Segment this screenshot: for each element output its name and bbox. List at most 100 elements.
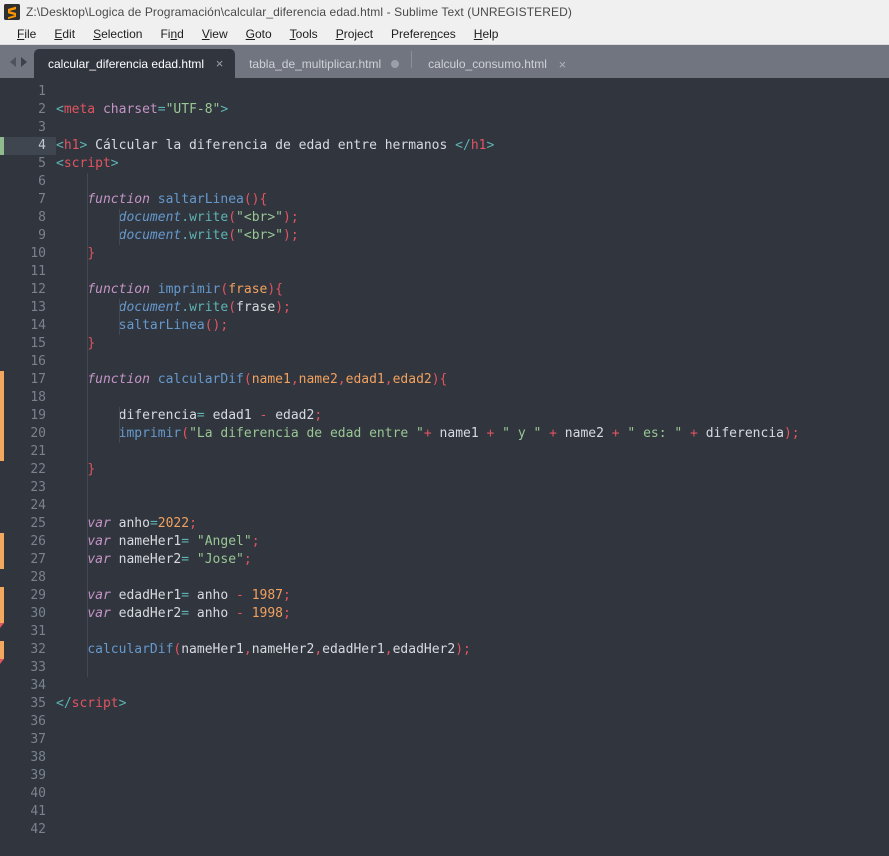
menu-item-help[interactable]: Help [465,27,508,41]
change-marker-added [0,137,4,155]
code-line[interactable] [56,785,889,803]
menu-item-find[interactable]: Find [151,27,192,41]
code-line[interactable] [56,731,889,749]
token-tag: h1 [63,138,80,153]
menu-mnemonic: n [430,27,438,41]
token-punct: = [181,588,190,603]
token-param: name1 [251,372,291,387]
token-kw: var [87,588,111,603]
tab-scroll-left-icon[interactable] [10,56,16,67]
line-number: 42 [30,822,46,837]
code-line[interactable] [56,659,889,677]
tab-3[interactable]: calculo_consumo.html × [414,50,578,78]
token-bracket: , [337,372,346,387]
menu-item-project[interactable]: Project [327,27,382,41]
code-line[interactable]: } [56,335,889,353]
code-line[interactable] [56,479,889,497]
code-line[interactable] [56,263,889,281]
tab-close-icon[interactable]: × [557,58,568,71]
code-area[interactable]: <meta charset="UTF-8"> <h1> Cálcular la … [56,78,889,856]
token-bracket: } [87,462,96,477]
tab-scroll-right-icon[interactable] [21,56,27,67]
code-line[interactable]: function saltarLinea(){ [56,191,889,209]
menu-item-selection[interactable]: Selection [84,27,151,41]
token-fn: saltarLinea [157,192,244,207]
change-marker-modified [0,587,4,628]
line-number: 28 [30,570,46,585]
menu-item-view[interactable]: View [193,27,237,41]
code-line[interactable]: var nameHer1= "Angel"; [56,533,889,551]
token-bracket: ( [243,372,252,387]
line-number: 10 [30,246,46,261]
indent-guide [118,209,120,245]
code-line[interactable]: <h1> Cálcular la diferencia de edad entr… [56,137,889,155]
menu-item-edit[interactable]: Edit [45,27,84,41]
code-line[interactable] [56,389,889,407]
code-line[interactable]: } [56,461,889,479]
code-line[interactable]: var nameHer2= "Jose"; [56,551,889,569]
code-line[interactable]: </script> [56,695,889,713]
code-line[interactable]: } [56,245,889,263]
token-punct: = [181,552,190,567]
token-var: name1 [439,426,479,441]
code-line[interactable] [56,623,889,641]
code-line[interactable] [56,803,889,821]
code-line[interactable] [56,83,889,101]
code-line[interactable] [56,497,889,515]
code-line[interactable] [56,353,889,371]
code-line[interactable] [56,749,889,767]
code-line[interactable]: calcularDif(nameHer1,nameHer2,edadHer1,e… [56,641,889,659]
token-meth: .write [181,210,229,225]
menu-item-tools[interactable]: Tools [281,27,327,41]
menu-mnemonic: E [54,27,63,41]
code-line[interactable] [56,677,889,695]
code-line[interactable] [56,767,889,785]
code-line[interactable]: function calcularDif(name1,name2,edad1,e… [56,371,889,389]
tab-1[interactable]: calcular_diferencia edad.html × [34,49,236,78]
code-line[interactable]: var anho=2022; [56,515,889,533]
code-line[interactable] [56,173,889,191]
code-line[interactable]: document.write(frase); [56,299,889,317]
code-line[interactable]: document.write("<br>"); [56,209,889,227]
menu-item-goto[interactable]: Goto [237,27,281,41]
menu-item-file[interactable]: File [8,27,45,41]
token-bracket: , [384,642,393,657]
token-bracket: ; [283,588,291,603]
token-punct: > [220,102,229,117]
code-line[interactable]: function imprimir(frase){ [56,281,889,299]
menu-item-preferences[interactable]: Preferences [382,27,465,41]
token-op: - [236,606,244,621]
code-line[interactable]: var edadHer1= anho - 1987; [56,587,889,605]
token-meth: .write [181,228,229,243]
change-marker-tail-icon [0,659,4,664]
tab-2[interactable]: tabla_de_multiplicar.html [235,50,409,78]
code-line[interactable] [56,713,889,731]
code-line[interactable]: diferencia= edad1 - edad2; [56,407,889,425]
code-editor[interactable]: 1 2 3 4 5 6 7 8 9 10 11 12 13 14 15 16 17 18 19 20 21 22 23 24 2… [0,78,889,856]
tab-close-icon[interactable]: × [214,57,225,70]
code-line[interactable]: var edadHer2= anho - 1998; [56,605,889,623]
code-line[interactable]: saltarLinea(); [56,317,889,335]
code-line[interactable]: <meta charset="UTF-8"> [56,101,889,119]
token-fn: imprimir [118,426,182,441]
code-line[interactable]: document.write("<br>"); [56,227,889,245]
menu-bar: File Edit Selection Find View Goto Tools… [0,24,889,45]
code-line[interactable] [56,821,889,839]
code-line[interactable] [56,443,889,461]
code-line[interactable] [56,569,889,587]
menu-mnemonic: V [201,27,210,41]
code-line[interactable]: <script> [56,155,889,173]
code-line[interactable]: imprimir("La diferencia de edad entre "+… [56,425,889,443]
tab-modified-dot-icon[interactable] [391,60,400,68]
code-line[interactable] [56,119,889,137]
